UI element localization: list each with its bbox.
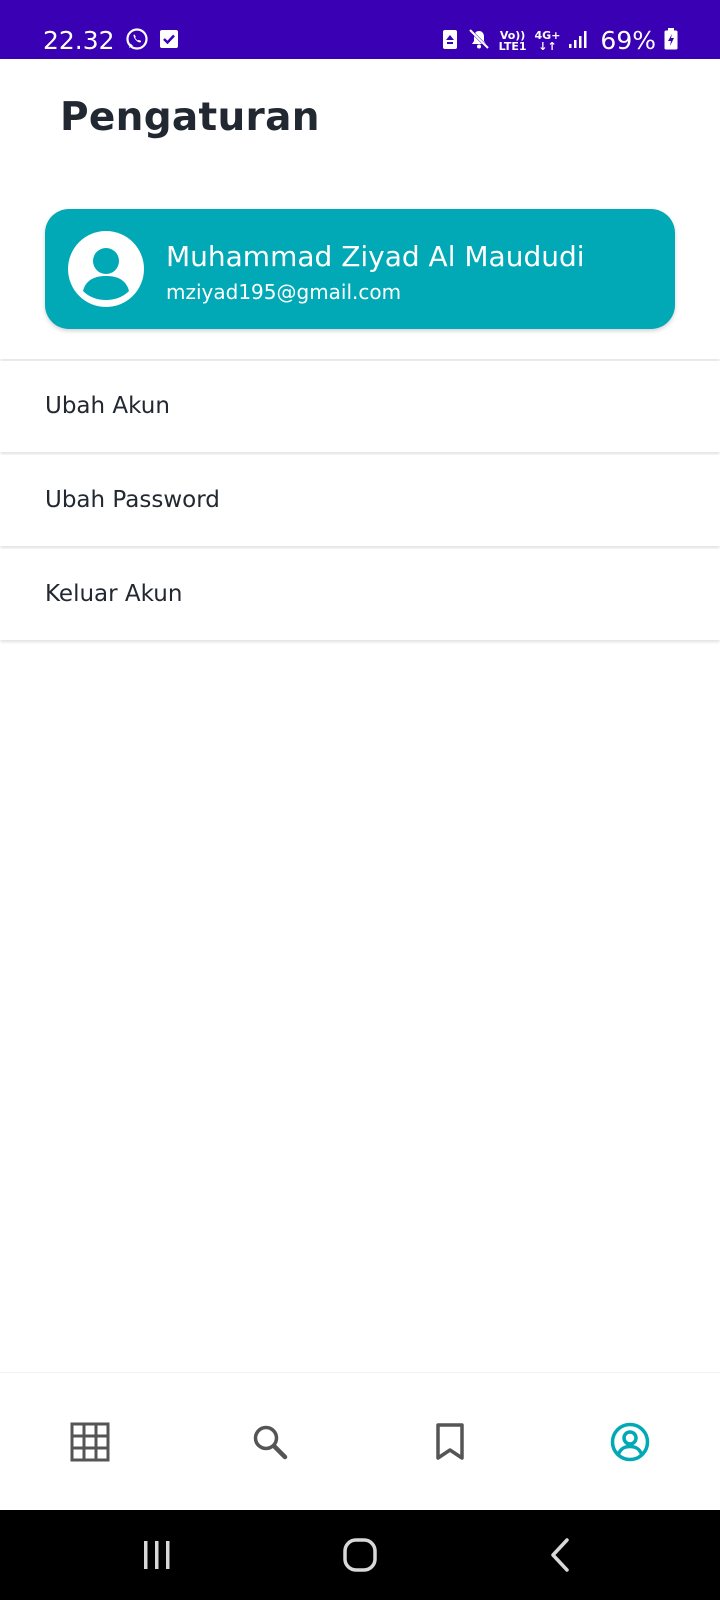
system-navigation-bar xyxy=(0,1510,720,1600)
nav-home-button[interactable] xyxy=(0,1373,180,1511)
status-time: 22.32 xyxy=(43,26,115,55)
nav-search-button[interactable] xyxy=(180,1373,360,1511)
menu-item-ubah-password[interactable]: Ubah Password xyxy=(0,455,720,546)
status-bar-left: 22.32 xyxy=(43,26,179,56)
settings-menu: Ubah Akun Ubah Password Keluar Akun xyxy=(0,361,720,643)
app-bar: Pengaturan xyxy=(0,59,720,179)
bookmark-icon xyxy=(436,1423,464,1460)
nav-bookmark-button[interactable] xyxy=(360,1373,540,1511)
mute-icon xyxy=(467,28,491,54)
page-title: Pengaturan xyxy=(60,95,320,140)
home-icon xyxy=(343,1538,377,1572)
account-circle-icon xyxy=(610,1422,650,1462)
recent-apps-icon xyxy=(144,1541,170,1569)
menu-item-keluar-akun[interactable]: Keluar Akun xyxy=(0,549,720,640)
profile-email: mziyad195@gmail.com xyxy=(166,280,402,304)
check-box-icon xyxy=(159,29,179,53)
profile-section: Muhammad Ziyad Al Maududi mziyad195@gmai… xyxy=(0,179,720,359)
volte-icon: Vo)) LTE1 xyxy=(498,29,527,53)
back-icon xyxy=(551,1538,569,1572)
nav-account-button[interactable] xyxy=(540,1373,720,1511)
bottom-navigation xyxy=(0,1372,720,1510)
back-button[interactable] xyxy=(440,1510,680,1600)
network-4g-icon: 4G+ ↓↑ xyxy=(534,29,561,53)
battery-charging-icon xyxy=(664,28,678,54)
search-icon xyxy=(253,1425,288,1460)
profile-card[interactable]: Muhammad Ziyad Al Maududi mziyad195@gmai… xyxy=(45,209,675,329)
whatsapp-icon xyxy=(125,27,149,55)
menu-item-ubah-akun[interactable]: Ubah Akun xyxy=(0,361,720,452)
menu-item-label: Ubah Akun xyxy=(45,393,170,419)
menu-item-label: Keluar Akun xyxy=(45,581,183,607)
grid-icon xyxy=(70,1422,110,1462)
user-avatar-icon xyxy=(68,231,144,307)
menu-item-label: Ubah Password xyxy=(45,487,220,513)
data-saver-icon xyxy=(441,28,459,54)
status-bar-right: Vo)) LTE1 4G+ ↓↑ 69% xyxy=(433,26,678,56)
signal-icon xyxy=(568,29,588,53)
profile-name: Muhammad Ziyad Al Maududi xyxy=(166,240,585,273)
battery-percent: 69% xyxy=(600,26,656,55)
status-bar: 22.32 Vo)) LTE1 4G+ ↓↑ 69% xyxy=(0,0,720,59)
